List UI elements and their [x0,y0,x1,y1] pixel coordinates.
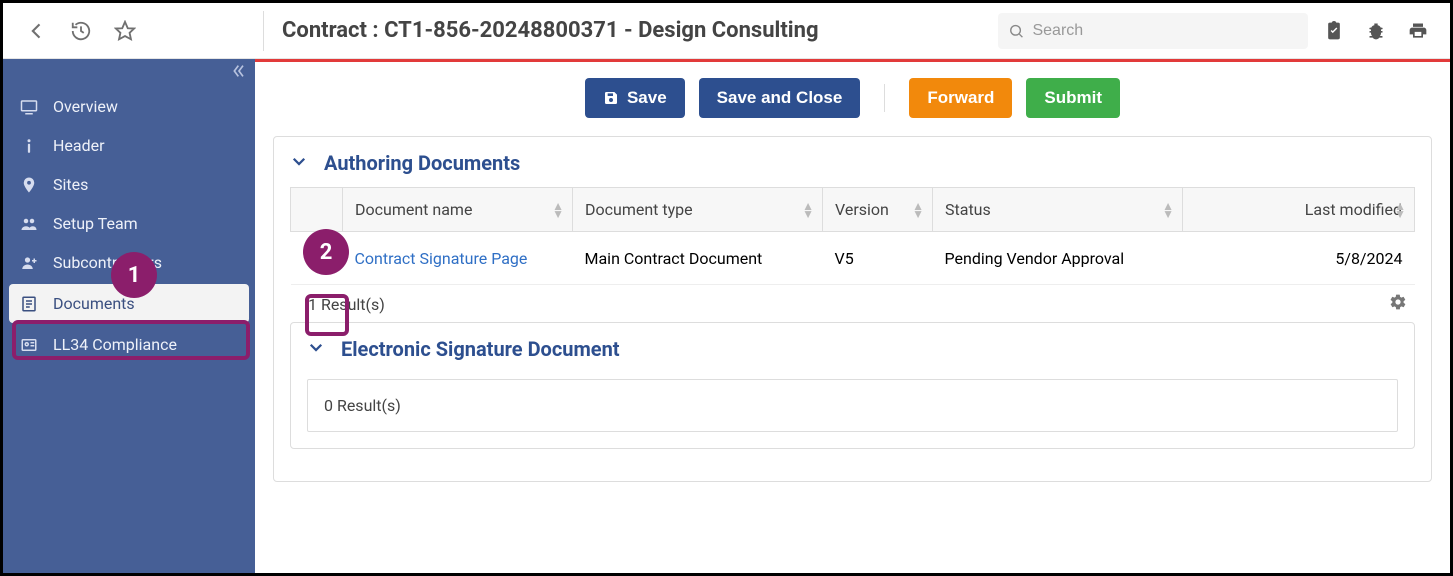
section-header: Authoring Documents [290,151,1415,175]
star-icon[interactable] [105,11,145,51]
section-title: Electronic Signature Document [341,337,620,361]
sidebar: Overview Header Sites Setup Team [3,59,255,573]
col-label: Document name [355,200,472,219]
result-count: 1 Result(s) [308,295,385,314]
users-icon [19,215,39,233]
bug-icon[interactable] [1356,11,1396,51]
sidebar-item-label: Documents [53,294,135,313]
documents-icon [19,295,39,313]
chevron-down-icon[interactable] [307,338,325,361]
sort-icon: ▲▼ [1162,202,1174,218]
history-icon[interactable] [61,11,101,51]
sidebar-item-label: Overview [53,97,118,116]
sort-icon: ▲▼ [552,202,564,218]
action-bar: Save Save and Close Forward Submit [273,62,1432,136]
section-title: Authoring Documents [324,151,520,175]
documents-table: Document name ▲▼ Document type ▲▼ Versio… [290,187,1415,285]
table-footer: 1 Result(s) [290,285,1415,316]
submit-button[interactable]: Submit [1026,78,1120,118]
search-input[interactable] [1032,22,1298,40]
sidebar-item-overview[interactable]: Overview [3,87,255,126]
nav-list: Overview Header Sites Setup Team [3,87,255,364]
table-header-row: Document name ▲▼ Document type ▲▼ Versio… [291,188,1415,232]
cell-doc-name: Contract Signature Page [343,232,573,285]
sidebar-item-sites[interactable]: Sites [3,165,255,204]
cell-status: Pending Vendor Approval [933,232,1183,285]
sidebar-item-label: Subcontractors [53,253,162,272]
sidebar-item-label: Sites [53,175,88,194]
pencil-icon [309,250,325,266]
col-label: Document type [585,200,693,219]
save-close-button[interactable]: Save and Close [699,78,861,118]
content-area: Save Save and Close Forward Submit Autho… [255,59,1450,573]
save-label: Save [627,88,667,108]
id-card-icon [19,336,39,354]
search-box[interactable] [998,13,1308,49]
sort-icon: ▲▼ [1394,202,1406,218]
col-label: Version [835,200,889,219]
sidebar-item-subcontractors[interactable]: Subcontractors [3,243,255,282]
col-document-type[interactable]: Document type ▲▼ [573,188,823,232]
info-icon [19,137,39,155]
cell-version: V5 [823,232,933,285]
topbar: Contract : CT1-856-20248800371 - Design … [3,3,1450,59]
topbar-utilities [1314,11,1438,51]
forward-button[interactable]: Forward [909,78,1012,118]
col-edit [291,188,343,232]
topbar-divider [263,11,264,51]
print-icon[interactable] [1398,11,1438,51]
search-icon [1008,22,1024,40]
submit-label: Submit [1044,88,1102,108]
save-close-label: Save and Close [717,88,843,108]
topbar-nav-icons [3,11,255,51]
table-row: Contract Signature Page Main Contract Do… [291,232,1415,285]
col-document-name[interactable]: Document name ▲▼ [343,188,573,232]
sidebar-item-setup-team[interactable]: Setup Team [3,204,255,243]
sidebar-item-label: Setup Team [53,214,138,233]
sidebar-item-documents[interactable]: Documents [9,284,249,323]
save-icon [603,90,619,106]
col-version[interactable]: Version ▲▼ [823,188,933,232]
edit-row-button[interactable] [303,244,331,272]
section-header: Electronic Signature Document [307,337,1398,361]
table-settings-button[interactable] [1389,293,1407,316]
section-electronic-signature: Electronic Signature Document 0 Result(s… [290,322,1415,449]
sort-icon: ▲▼ [802,202,814,218]
clipboard-check-icon[interactable] [1314,11,1354,51]
chevron-down-icon[interactable] [290,152,308,175]
col-last-modified[interactable]: Last modified ▲▼ [1183,188,1415,232]
esig-results-box: 0 Result(s) [307,379,1398,432]
sidebar-item-label: Header [53,136,105,155]
monitor-icon [19,98,39,116]
document-link[interactable]: Contract Signature Page [355,249,528,268]
page-title: Contract : CT1-856-20248800371 - Design … [272,18,998,43]
forward-label: Forward [927,88,994,108]
cell-doc-type: Main Contract Document [573,232,823,285]
action-divider [884,84,885,112]
sidebar-item-header[interactable]: Header [3,126,255,165]
cell-last-modified: 5/8/2024 [1183,232,1415,285]
col-label: Status [945,200,991,219]
sort-icon: ▲▼ [912,202,924,218]
col-label: Last modified [1305,200,1402,219]
save-button[interactable]: Save [585,78,685,118]
cell-edit [291,232,343,285]
col-status[interactable]: Status ▲▼ [933,188,1183,232]
back-icon[interactable] [17,11,57,51]
collapse-sidebar-icon[interactable] [231,63,247,83]
gear-icon [1389,293,1407,311]
sidebar-item-ll34[interactable]: LL34 Compliance [3,325,255,364]
location-icon [19,176,39,194]
result-count: 0 Result(s) [324,396,401,415]
user-plus-icon [19,254,39,272]
sidebar-item-label: LL34 Compliance [53,335,177,354]
section-authoring-documents: Authoring Documents Document name ▲▼ Doc… [273,136,1432,482]
main-layout: Overview Header Sites Setup Team [3,59,1450,573]
